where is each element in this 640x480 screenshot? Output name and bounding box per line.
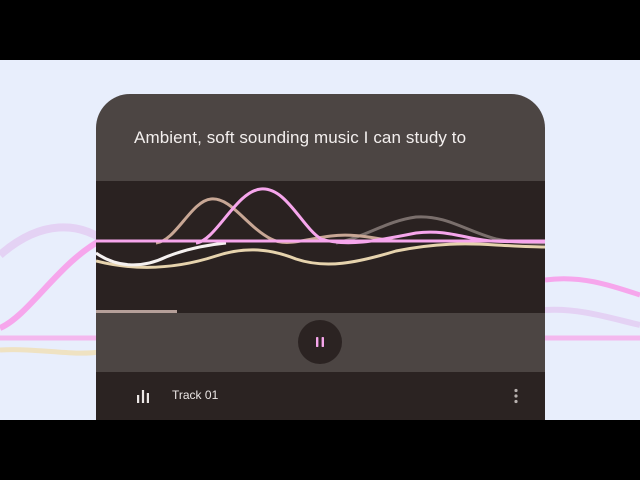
stage: Ambient, soft sounding music I can study… [0, 60, 640, 420]
track-row[interactable]: Track 01 [96, 372, 545, 420]
pause-icon [316, 337, 324, 347]
wave-gray [335, 215, 545, 245]
player-controls [96, 313, 545, 372]
pause-button[interactable] [298, 320, 342, 364]
wave-cream [96, 242, 545, 269]
bg-wave-pink-right [544, 276, 640, 298]
equalizer-bars-icon [137, 390, 149, 403]
more-vert-icon[interactable] [506, 387, 526, 405]
track-name: Track 01 [172, 388, 219, 402]
wave-tan [155, 197, 397, 245]
waveform-visualizer [96, 181, 545, 313]
wave-pink-peak [195, 187, 545, 245]
music-generator-card: Ambient, soft sounding music I can study… [96, 94, 545, 420]
letterbox-bottom [0, 420, 640, 480]
bg-wave-lavender-right [544, 306, 640, 328]
bg-wave-cream [0, 347, 101, 356]
bg-wave-pink-left [0, 235, 107, 331]
wave-white [96, 241, 227, 267]
letterbox-top [0, 0, 640, 60]
prompt-text: Ambient, soft sounding music I can study… [134, 128, 467, 147]
